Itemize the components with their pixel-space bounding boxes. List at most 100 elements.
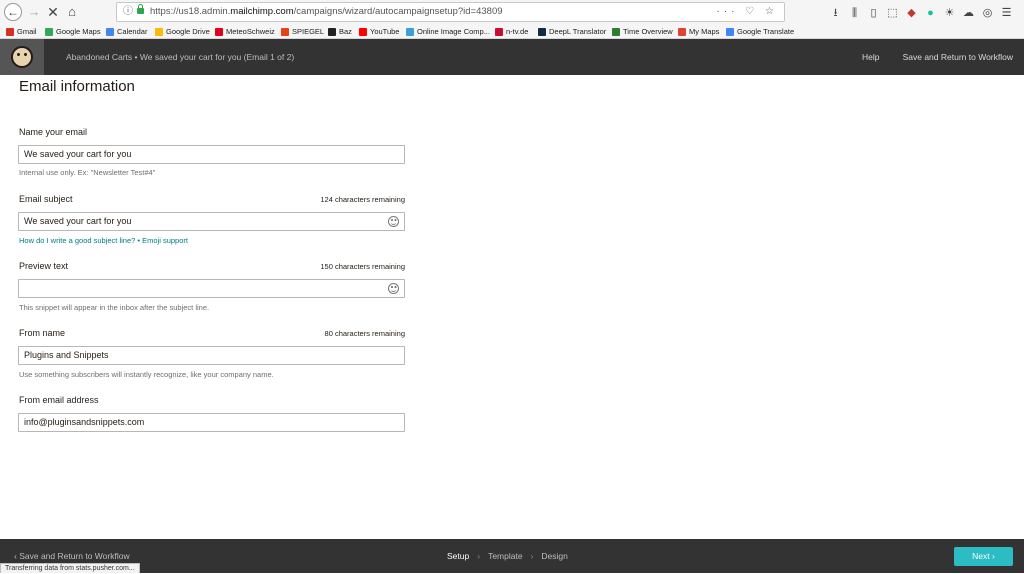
calendar-icon	[106, 27, 114, 36]
bookmark-google-drive[interactable]: Google Drive	[155, 24, 210, 39]
bookmark-gmail[interactable]: Gmail	[6, 24, 37, 39]
library-icon[interactable]: ⫼	[845, 7, 864, 20]
save-return-workflow-link[interactable]: Save and Return to Workflow	[903, 39, 1013, 75]
subject-line-help-link[interactable]: How do I write a good subject line?	[19, 236, 135, 245]
bookmark-label: MeteoSchweiz	[226, 27, 275, 36]
shield-icon	[215, 27, 223, 36]
emoji-icon[interactable]	[388, 283, 399, 294]
ntv-icon	[495, 27, 503, 36]
cloud-icon	[406, 27, 414, 36]
chevron-right-icon: ›	[989, 551, 995, 561]
bookmark-calendar[interactable]: Calendar	[106, 24, 147, 39]
wizard-footer: ‹ Save and Return to Workflow Setup › Temp…	[0, 539, 1024, 573]
bookmark-label: Baz	[339, 27, 352, 36]
translate-icon	[726, 27, 734, 36]
step-setup[interactable]: Setup	[447, 551, 469, 561]
browser-toolbar: ← → ✕ ⌂ ⓘ https://us18.admin.mailchimp.c…	[0, 0, 1024, 24]
back-arrow-icon[interactable]: ←	[4, 3, 22, 21]
chevron-right-icon: ›	[477, 551, 481, 561]
lock-icon	[137, 4, 144, 14]
info-icon[interactable]: ⓘ	[123, 3, 133, 21]
forward-arrow-icon[interactable]: →	[25, 3, 43, 21]
from-name-label: From name	[19, 328, 66, 338]
bookmark-deepl[interactable]: DeepL Translator	[538, 24, 606, 39]
bookmark-label: YouTube	[370, 27, 400, 36]
email-subject-value: We saved your cart for you	[24, 216, 132, 226]
subject-char-counter: 124 characters remaining	[320, 195, 405, 204]
from-email-label: From email address	[19, 395, 99, 405]
email-name-value: We saved your cart for you	[24, 149, 132, 159]
preview-help-text: This snippet will appear in the inbox af…	[19, 303, 210, 312]
cloud-icon[interactable]: ☁	[959, 6, 978, 19]
address-bar[interactable]: ⓘ https://us18.admin.mailchimp.com/campa…	[116, 2, 785, 22]
bookmark-label: SPIEGEL	[292, 27, 325, 36]
bookmark-label: Gmail	[17, 27, 37, 36]
next-button[interactable]: Next ›	[954, 547, 1013, 566]
stop-loading-icon[interactable]: ✕	[44, 3, 62, 21]
bookmark-ntv[interactable]: n-tv.de	[495, 24, 528, 39]
emoji-support-link[interactable]: Emoji support	[142, 236, 188, 245]
emoji-icon[interactable]	[388, 216, 399, 227]
bookmark-baz[interactable]: Baz	[328, 24, 352, 39]
extension-icon[interactable]: ☀	[940, 6, 959, 19]
gmail-icon	[6, 27, 14, 36]
bookmark-label: DeepL Translator	[549, 27, 607, 36]
bookmark-label: n-tv.de	[506, 27, 529, 36]
chevron-right-icon: ›	[530, 551, 534, 561]
campaign-breadcrumb: Abandoned Carts • We saved your cart for…	[66, 52, 295, 62]
help-link[interactable]: Help	[862, 39, 879, 75]
from-email-input[interactable]: info@pluginsandsnippets.com	[18, 413, 405, 432]
bookmark-meteoschweiz[interactable]: MeteoSchweiz	[215, 24, 275, 39]
download-icon[interactable]: ⭳	[826, 4, 845, 23]
drive-icon	[155, 27, 163, 36]
bookmark-label: Google Translate	[737, 27, 795, 36]
browser-status-bar: Transferring data from stats.pusher.com.…	[0, 563, 140, 573]
baz-icon	[328, 27, 336, 36]
browser-tool-icons: ⭳ ⫼ ▯ ⬚ ◆ ● ☀ ☁ ◎ ☰	[826, 4, 1016, 20]
map-pin-icon	[678, 27, 686, 36]
step-design[interactable]: Design	[541, 551, 567, 561]
screenshot-icon[interactable]: ⬚	[883, 6, 902, 19]
from-email-value: info@pluginsandsnippets.com	[24, 417, 145, 427]
wizard-steps: Setup › Template › Design	[447, 539, 568, 573]
bookmark-label: Google Maps	[56, 27, 101, 36]
youtube-icon	[359, 27, 367, 36]
from-name-char-counter: 80 characters remaining	[324, 329, 405, 338]
bookmark-label: Calendar	[117, 27, 148, 36]
preview-char-counter: 150 characters remaining	[320, 262, 405, 271]
step-template[interactable]: Template	[488, 551, 523, 561]
bookmark-my-maps[interactable]: My Maps	[678, 24, 719, 39]
bookmark-label: Time Overview	[623, 27, 673, 36]
bookmark-google-maps[interactable]: Google Maps	[45, 24, 101, 39]
bookmark-youtube[interactable]: YouTube	[359, 24, 399, 39]
extension-icon[interactable]: ◆	[902, 6, 921, 19]
spiegel-icon	[281, 27, 289, 36]
bookmark-spiegel[interactable]: SPIEGEL	[281, 24, 324, 39]
bookmark-image-compressor[interactable]: Online Image Comp...	[406, 24, 490, 39]
home-icon[interactable]: ⌂	[63, 3, 81, 21]
deepl-icon	[538, 27, 546, 36]
email-subject-input[interactable]: We saved your cart for you	[18, 212, 405, 231]
extension-icon[interactable]: ◎	[978, 6, 997, 19]
from-name-help-text: Use something subscribers will instantly…	[19, 370, 274, 379]
mailchimp-logo[interactable]	[0, 39, 44, 75]
menu-icon[interactable]: ☰	[997, 6, 1016, 19]
email-name-input[interactable]: We saved your cart for you	[18, 145, 405, 164]
sidebar-icon[interactable]: ▯	[864, 6, 883, 19]
name-label: Name your email	[19, 127, 88, 137]
maps-icon	[45, 27, 53, 36]
freddie-icon	[11, 46, 33, 68]
preview-text-input[interactable]	[18, 279, 405, 298]
bookmark-google-translate[interactable]: Google Translate	[726, 24, 794, 39]
app-header: Abandoned Carts • We saved your cart for…	[0, 39, 1024, 75]
next-label: Next	[972, 551, 990, 561]
from-name-input[interactable]: Plugins and Snippets	[18, 346, 405, 365]
bookmark-label: Google Drive	[166, 27, 210, 36]
bookmark-label: Online Image Comp...	[417, 27, 490, 36]
footer-save-label: Save and Return to Workflow	[19, 551, 130, 561]
page-actions[interactable]: ··· ♡ ☆	[717, 3, 778, 21]
name-help-text: Internal use only. Ex: "Newsletter Test#…	[19, 168, 156, 177]
grammarly-icon[interactable]: ●	[921, 7, 940, 19]
bookmark-time-overview[interactable]: Time Overview	[612, 24, 673, 39]
bookmark-label: My Maps	[689, 27, 720, 36]
